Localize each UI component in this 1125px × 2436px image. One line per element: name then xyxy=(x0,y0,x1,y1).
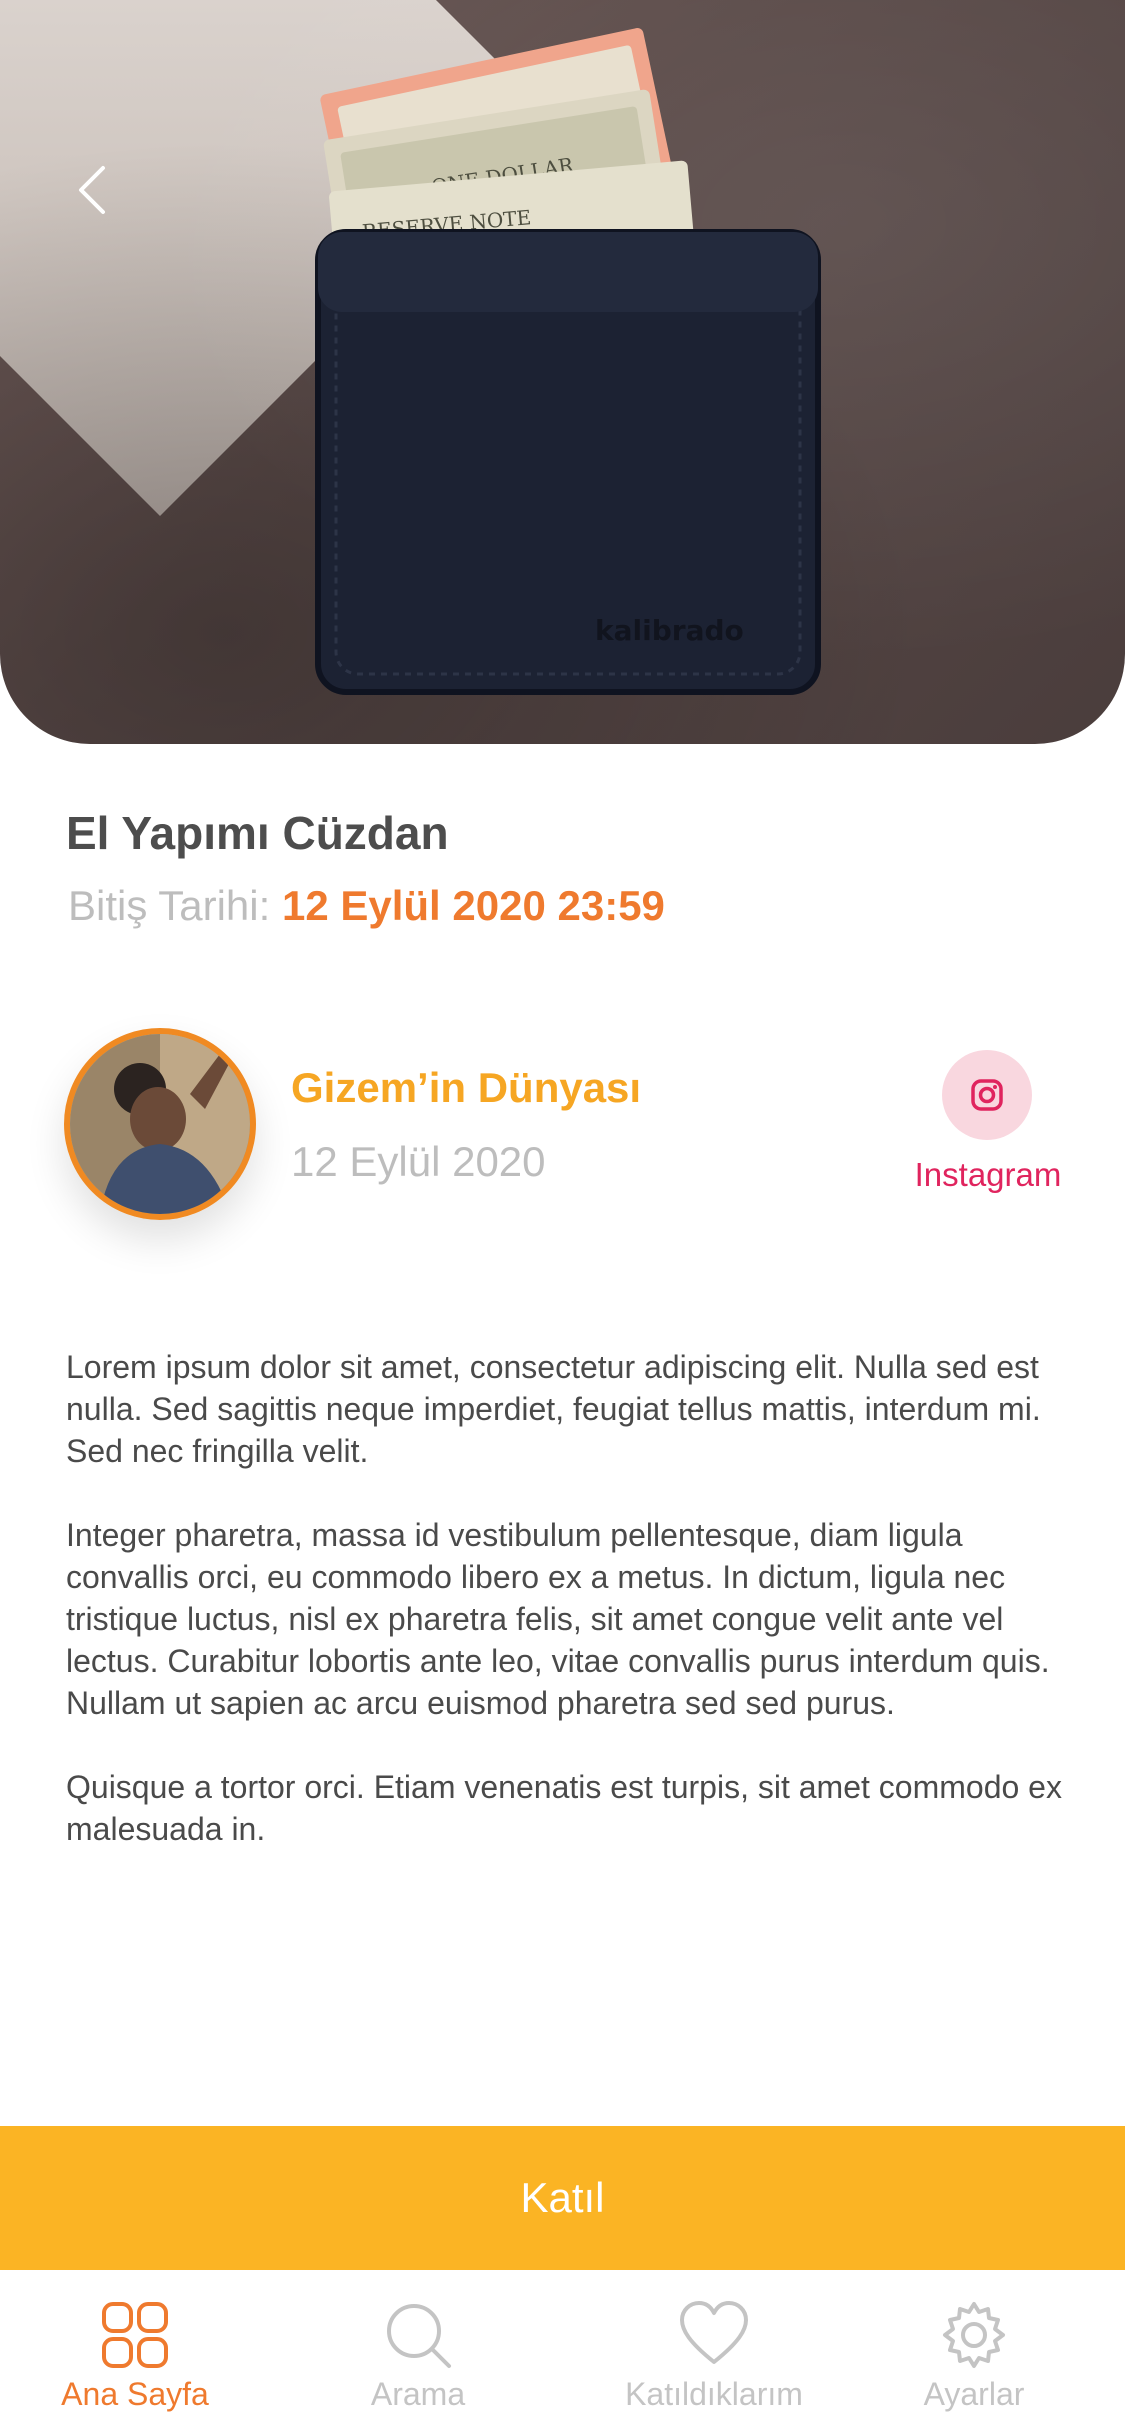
tab-search-label: Arama xyxy=(370,2376,466,2412)
svg-text:kalibrado: kalibrado xyxy=(595,614,744,647)
tab-settings[interactable]: Ayarlar xyxy=(874,2270,1074,2436)
author-date: 12 Eylül 2020 xyxy=(291,1138,546,1185)
join-button[interactable]: Katıl xyxy=(0,2126,1125,2270)
deadline-label: Bitiş Tarihi: xyxy=(68,882,271,929)
gear-icon xyxy=(943,2302,1005,2368)
description: Lorem ipsum dolor sit amet, consectetur … xyxy=(66,1346,1066,1892)
search-icon xyxy=(387,2304,451,2368)
tab-bar: Ana Sayfa Arama Katıldıklarım Ayarlar xyxy=(0,2270,1125,2436)
wallet-illustration: ONE DOLLAR RESERVE NOTE kalibrado xyxy=(315,28,821,695)
tab-home[interactable]: Ana Sayfa xyxy=(35,2270,235,2436)
description-paragraph: Lorem ipsum dolor sit amet, consectetur … xyxy=(66,1349,1041,1469)
tab-joined[interactable]: Katıldıklarım xyxy=(602,2270,826,2436)
avatar-photo xyxy=(70,1034,250,1214)
deadline-value: 12 Eylül 2020 23:59 xyxy=(281,882,665,929)
tab-home-label: Ana Sayfa xyxy=(61,2376,209,2412)
product-detail-screen: ONE DOLLAR RESERVE NOTE kalibrado El Yap… xyxy=(0,0,1125,2436)
product-title: El Yapımı Cüzdan xyxy=(66,807,449,859)
description-paragraph: Quisque a tortor orci. Etiam venenatis e… xyxy=(66,1769,1062,1847)
description-paragraph: Integer pharetra, massa id vestibulum pe… xyxy=(66,1517,1050,1721)
tab-search[interactable]: Arama xyxy=(318,2270,518,2436)
instagram-icon xyxy=(971,1079,1003,1111)
tab-joined-label: Katıldıklarım xyxy=(625,2376,803,2412)
heart-icon xyxy=(680,2301,748,2364)
author-avatar[interactable] xyxy=(64,1028,256,1220)
hero-image: ONE DOLLAR RESERVE NOTE kalibrado xyxy=(0,0,1125,744)
grid-icon xyxy=(102,2302,168,2368)
tab-settings-label: Ayarlar xyxy=(923,2376,1025,2412)
instagram-label[interactable]: Instagram xyxy=(900,1156,1076,1194)
instagram-button[interactable] xyxy=(942,1050,1032,1140)
chevron-left-icon xyxy=(79,166,105,214)
back-button[interactable] xyxy=(62,150,122,230)
deadline-row: Bitiş Tarihi: 12 Eylül 2020 23:59 xyxy=(68,882,665,930)
author-name[interactable]: Gizem’in Dünyası xyxy=(291,1064,641,1112)
